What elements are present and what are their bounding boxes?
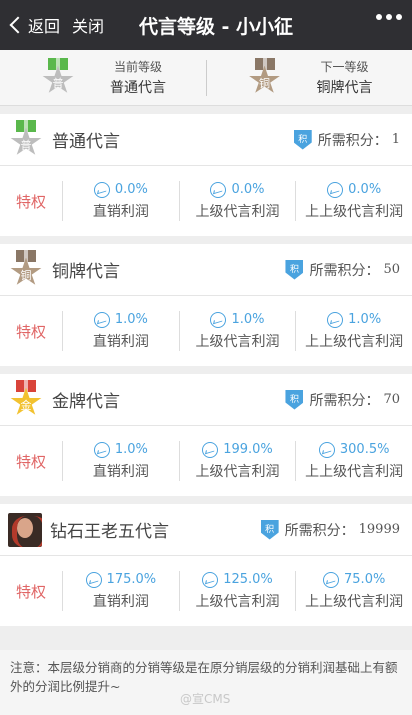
tier-avatar-image [8, 512, 42, 547]
trend-up-icon [327, 311, 344, 328]
silver-medal-icon: 普 [8, 119, 44, 160]
grandparent-profit-value: 300.5% [339, 442, 390, 457]
required-points: 积 所需积分： 50 [285, 259, 400, 280]
page-title: 代言等级 - 小小征 [138, 15, 294, 38]
dot-icon [376, 14, 382, 20]
tier-card-diamond: 钻石王老五代言 积 所需积分： 19999 特权 175.0% 直销利润 125.… [0, 504, 412, 626]
perk-label: 特权 [15, 192, 46, 211]
current-level-caption: 当前等级 [113, 60, 162, 74]
required-points: 积 所需积分： 70 [285, 389, 400, 410]
grandparent-profit-value: 1.0% [348, 312, 382, 327]
points-shield-icon: 积 [293, 129, 312, 150]
stat-label: 上上级代言利润 [305, 333, 404, 350]
bronze-medal-icon: 铜 [8, 249, 44, 290]
direct-profit-value: 0.0% [114, 182, 148, 197]
stat-label: 直销利润 [92, 333, 149, 350]
dot-icon [386, 14, 392, 20]
parent-profit-value: 1.0% [231, 312, 265, 327]
stat-label: 上级代言利润 [195, 203, 280, 220]
points-shield-icon: 积 [260, 519, 279, 540]
stat-label: 直销利润 [92, 463, 149, 480]
direct-profit-value: 175.0% [106, 572, 157, 587]
parent-profit-value: 125.0% [223, 572, 273, 587]
trend-up-icon [210, 181, 227, 198]
trend-up-icon [323, 571, 340, 588]
tier-card-ordinary: 普 普通代言 积 所需积分： 1 特权 0.0% 直销利润 0.0% 上级代言利润 … [0, 114, 412, 236]
trend-up-icon [210, 311, 227, 328]
stat-label: 上级代言利润 [195, 463, 280, 480]
stat-label: 上上级代言利润 [305, 593, 404, 610]
next-level-caption: 下一等级 [320, 60, 369, 74]
tier-name: 普通代言 [52, 132, 120, 152]
watermark: @宣CMS [180, 692, 231, 706]
stat-label: 直销利润 [92, 203, 149, 220]
parent-profit-value: 199.0% [223, 442, 273, 457]
stat-label: 上上级代言利润 [305, 463, 404, 480]
current-level-name: 普通代言 [110, 80, 166, 96]
current-level: 普 当前等级 普通代言 [0, 57, 206, 98]
silver-medal-icon: 普 [40, 57, 76, 98]
grandparent-profit-value: 75.0% [344, 572, 386, 587]
trend-up-icon [202, 571, 219, 588]
stat-label: 上级代言利润 [195, 333, 280, 350]
direct-profit-value: 1.0% [114, 442, 148, 457]
gold-medal-icon: 金 [8, 379, 44, 420]
chevron-left-icon [9, 16, 27, 34]
back-label: 返回 [28, 17, 61, 36]
required-points: 积 所需积分： 1 [293, 129, 400, 150]
tier-name: 金牌代言 [52, 392, 120, 412]
tier-name: 铜牌代言 [52, 262, 120, 282]
close-button[interactable]: 关闭 [72, 13, 104, 37]
points-shield-icon: 积 [285, 259, 304, 280]
trend-up-icon [93, 311, 110, 328]
points-value: 70 [383, 392, 400, 407]
points-value: 19999 [358, 522, 400, 537]
tier-card-bronze: 铜 铜牌代言 积 所需积分： 50 特权 1.0% 直销利润 1.0% 上级代言利润… [0, 244, 412, 366]
required-points: 积 所需积分： 19999 [260, 519, 400, 540]
trend-up-icon [93, 181, 110, 198]
trend-up-icon [93, 441, 110, 458]
stat-label: 直销利润 [92, 593, 149, 610]
perk-label: 特权 [15, 452, 46, 471]
more-menu-button[interactable] [376, 14, 402, 20]
points-value: 50 [383, 262, 400, 277]
next-level-name: 铜牌代言 [316, 80, 373, 96]
points-value: 1 [391, 132, 400, 147]
bronze-medal-icon: 铜 [247, 57, 283, 98]
stat-label: 上上级代言利润 [305, 203, 404, 220]
dot-icon [396, 14, 402, 20]
trend-up-icon [85, 571, 102, 588]
parent-profit-value: 0.0% [231, 182, 265, 197]
tier-name: 钻石王老五代言 [50, 522, 169, 542]
trend-up-icon [327, 181, 344, 198]
stat-label: 上级代言利润 [195, 593, 280, 610]
trend-up-icon [318, 441, 335, 458]
perk-label: 特权 [15, 582, 46, 601]
grandparent-profit-value: 0.0% [348, 182, 382, 197]
back-button[interactable]: 返回 [8, 13, 60, 37]
tier-card-gold: 金 金牌代言 积 所需积分： 70 特权 1.0% 直销利润 199.0% 上级代言… [0, 374, 412, 496]
direct-profit-value: 1.0% [114, 312, 148, 327]
trend-up-icon [202, 441, 219, 458]
perk-label: 特权 [15, 322, 46, 341]
level-summary: 普 当前等级 普通代言 铜 下一等级 铜牌代言 [0, 50, 412, 106]
next-level: 铜 下一等级 铜牌代言 [207, 57, 412, 98]
points-shield-icon: 积 [285, 389, 304, 410]
top-bar: 返回 关闭 代言等级 - 小小征 [0, 0, 412, 50]
